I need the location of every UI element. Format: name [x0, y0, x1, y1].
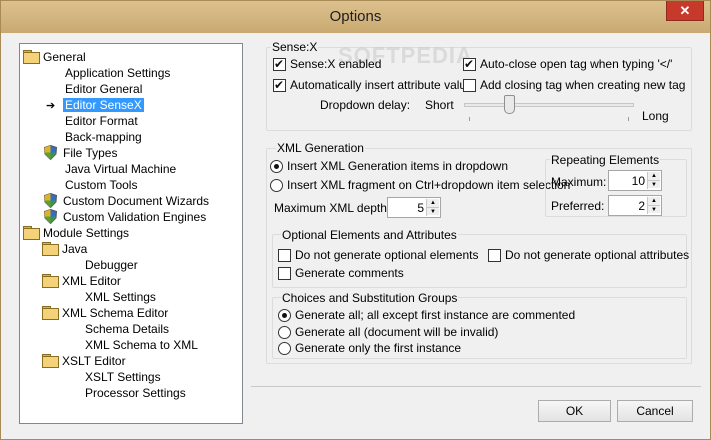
tree-item-custom-document-wizards[interactable]: Custom Document Wizards: [44, 193, 211, 209]
shield-icon: [44, 145, 57, 160]
folder-open-icon: [42, 274, 59, 288]
folder-open-icon: [42, 242, 59, 256]
preferred-label: Preferred:: [551, 199, 605, 213]
title-bar[interactable]: Options ✕: [1, 1, 710, 33]
checkbox-box[interactable]: [463, 57, 476, 71]
tree-item-schema-details[interactable]: Schema Details: [83, 321, 171, 337]
slider-tick: [469, 117, 470, 121]
tree-item-xslt-settings[interactable]: XSLT Settings: [83, 369, 163, 385]
tree-item-general[interactable]: General: [23, 49, 88, 65]
folder-open-icon: [23, 50, 40, 64]
folder-open-icon: [23, 226, 40, 240]
tree-item-application-settings[interactable]: Application Settings: [63, 65, 172, 81]
tree-item-xml-editor[interactable]: XML Editor: [42, 273, 123, 289]
radio-circle[interactable]: [270, 179, 283, 192]
tree-item-back-mapping[interactable]: Back-mapping: [63, 129, 144, 145]
checkbox-box[interactable]: [463, 79, 476, 92]
add-closing-tag-checkbox[interactable]: Add closing tag when creating new tag: [463, 78, 685, 92]
no-optional-attributes-checkbox[interactable]: Do not generate optional attributes: [488, 248, 689, 262]
stepper-down-icon[interactable]: ▼: [427, 207, 439, 215]
repeating-elements-label: Repeating Elements: [550, 153, 661, 167]
tree-item-file-types[interactable]: File Types: [44, 145, 119, 161]
tree-item-custom-validation-engines[interactable]: Custom Validation Engines: [44, 209, 208, 225]
dialog-client: General Application Settings Editor Gene…: [8, 33, 703, 433]
max-xml-depth-label: Maximum XML depth:: [274, 201, 391, 215]
tree-item-processor-settings[interactable]: Processor Settings: [83, 385, 188, 401]
generate-first-instance-radio[interactable]: Generate only the first instance: [278, 341, 461, 355]
tree-item-xml-schema-to-xml[interactable]: XML Schema to XML: [83, 337, 200, 353]
radio-circle[interactable]: [278, 309, 291, 322]
preferred-stepper[interactable]: 2 ▲ ▼: [608, 195, 662, 216]
xml-generation-group-label: XML Generation: [276, 141, 365, 155]
dropdown-delay-label: Dropdown delay:: [320, 98, 411, 112]
checkbox-box[interactable]: [273, 78, 286, 92]
tree-item-xslt-editor[interactable]: XSLT Editor: [42, 353, 128, 369]
radio-circle[interactable]: [278, 342, 291, 355]
insert-xml-fragment-radio[interactable]: Insert XML fragment on Ctrl+dropdown ite…: [270, 178, 570, 192]
slider-tick: [628, 117, 629, 121]
no-optional-elements-checkbox[interactable]: Do not generate optional elements: [278, 248, 478, 262]
maximum-label: Maximum:: [551, 175, 607, 189]
optional-elements-label: Optional Elements and Attributes: [281, 228, 458, 242]
slider-thumb[interactable]: [503, 95, 515, 114]
tree-item-editor-format[interactable]: Editor Format: [63, 113, 140, 129]
footer-separator: [251, 386, 701, 387]
stepper-up-icon[interactable]: ▲: [427, 199, 439, 207]
sensex-enabled-checkbox[interactable]: Sense:X enabled: [273, 57, 381, 71]
choices-group-label: Choices and Substitution Groups: [281, 291, 459, 305]
checkbox-box[interactable]: [488, 249, 501, 262]
insert-xml-items-radio[interactable]: Insert XML Generation items in dropdown: [270, 159, 508, 173]
arrow-icon: ➔: [46, 100, 56, 112]
tree-item-xml-schema-editor[interactable]: XML Schema Editor: [42, 305, 170, 321]
settings-tree[interactable]: General Application Settings Editor Gene…: [19, 43, 243, 424]
stepper-up-icon[interactable]: ▲: [648, 197, 660, 205]
checkbox-box[interactable]: [278, 267, 291, 280]
tree-item-java[interactable]: Java: [42, 241, 89, 257]
folder-open-icon: [42, 306, 59, 320]
window-title: Options: [329, 8, 382, 25]
tree-item-editor-sensex[interactable]: Editor SenseX: [63, 97, 144, 113]
radio-circle[interactable]: [270, 160, 283, 173]
ok-button[interactable]: OK: [538, 400, 611, 422]
auto-insert-attribute-checkbox[interactable]: Automatically insert attribute value: [273, 78, 473, 92]
stepper-down-icon[interactable]: ▼: [648, 205, 660, 213]
generate-comments-checkbox[interactable]: Generate comments: [278, 266, 404, 280]
radio-circle[interactable]: [278, 326, 291, 339]
tree-item-custom-tools[interactable]: Custom Tools: [63, 177, 139, 193]
generate-all-invalid-radio[interactable]: Generate all (document will be invalid): [278, 325, 498, 339]
sensex-group-label: Sense:X: [271, 40, 319, 54]
tree-item-debugger[interactable]: Debugger: [83, 257, 140, 273]
tree-item-java-virtual-machine[interactable]: Java Virtual Machine: [63, 161, 178, 177]
checkbox-box[interactable]: [278, 249, 291, 262]
slider-long-label: Long: [642, 109, 669, 123]
shield-icon: [44, 209, 57, 224]
max-xml-depth-stepper[interactable]: 5 ▲ ▼: [387, 197, 441, 218]
shield-icon: [44, 193, 57, 208]
checkbox-box[interactable]: [273, 57, 286, 71]
tree-item-editor-general[interactable]: Editor General: [63, 81, 144, 97]
tree-item-module-settings[interactable]: Module Settings: [23, 225, 131, 241]
slider-track[interactable]: [464, 103, 634, 107]
slider-short-label: Short: [425, 98, 454, 112]
stepper-down-icon[interactable]: ▼: [648, 180, 660, 188]
options-dialog: Options ✕ General Application Settings E…: [0, 0, 711, 440]
close-button[interactable]: ✕: [666, 1, 704, 21]
auto-close-tag-checkbox[interactable]: Auto-close open tag when typing '</': [463, 57, 672, 71]
maximum-stepper[interactable]: 10 ▲ ▼: [608, 170, 662, 191]
generate-all-commented-radio[interactable]: Generate all; all except first instance …: [278, 308, 575, 322]
cancel-button[interactable]: Cancel: [617, 400, 693, 422]
tree-item-xml-settings[interactable]: XML Settings: [83, 289, 158, 305]
stepper-up-icon[interactable]: ▲: [648, 172, 660, 180]
folder-open-icon: [42, 354, 59, 368]
